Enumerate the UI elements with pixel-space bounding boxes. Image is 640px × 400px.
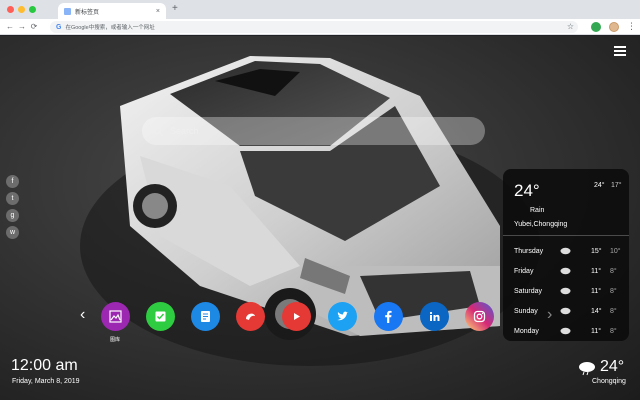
tab-favicon-icon	[64, 7, 71, 15]
notes-shortcut[interactable]	[191, 302, 220, 331]
instagram-icon	[473, 310, 486, 323]
twitter-shortcut[interactable]	[328, 302, 357, 331]
forecast-high: 11°	[591, 267, 602, 275]
tab-close-icon[interactable]: ×	[156, 8, 160, 15]
wechat-share-icon[interactable]: w	[6, 226, 19, 239]
game-icon	[246, 313, 255, 320]
facebook-share-icon[interactable]: f	[6, 175, 19, 188]
bookmark-star-icon[interactable]: ☆	[567, 21, 574, 33]
tab-title: 新标签页	[75, 9, 100, 16]
weather-current-temp: 24°	[514, 181, 540, 200]
forecast-high: 11°	[591, 287, 602, 295]
youtube-shortcut[interactable]	[282, 302, 311, 331]
bottom-weather-temp[interactable]: 24°	[600, 358, 624, 376]
search-bar[interactable]: Search	[142, 117, 485, 145]
checkbox-icon	[155, 311, 166, 322]
menu-hamburger-icon[interactable]	[614, 46, 626, 58]
maximize-window-button[interactable]	[29, 6, 36, 13]
weather-divider	[503, 235, 629, 236]
clock-date: Friday, March 8, 2019	[12, 378, 80, 385]
back-button[interactable]: ←	[4, 22, 16, 31]
bottom-weather-location: Chongqing	[592, 378, 626, 385]
forecast-day: Friday	[514, 267, 534, 275]
forecast-row: Friday 11° 8°	[503, 261, 629, 281]
minimize-window-button[interactable]	[18, 6, 25, 13]
linkedin-icon	[429, 311, 440, 321]
game-shortcut[interactable]	[236, 302, 265, 331]
window-controls	[7, 6, 36, 13]
rain-cloud-icon	[579, 362, 595, 376]
gallery-icon	[109, 310, 122, 323]
rain-cloud-icon	[560, 267, 571, 275]
gallery-shortcut[interactable]	[101, 302, 130, 331]
instagram-shortcut[interactable]	[465, 302, 494, 331]
new-tab-button[interactable]: +	[172, 4, 178, 14]
clock-time: 12:00 am	[11, 357, 78, 374]
active-tab[interactable]: 新标签页 ×	[58, 3, 166, 19]
forecast-day: Saturday	[514, 287, 543, 295]
twitter-share-icon[interactable]: t	[6, 192, 19, 205]
forecast-day: Thursday	[514, 247, 544, 255]
shortcut-tray: 图库	[0, 302, 640, 352]
address-bar-placeholder: 在Google中搜索，或者输入一个网址	[65, 25, 155, 31]
search-icon	[152, 125, 164, 137]
weather-high-temp: 24°	[594, 182, 605, 189]
forecast-low: 10°	[610, 247, 621, 255]
weather-low-temp: 17°	[611, 182, 622, 189]
checklist-shortcut[interactable]	[146, 302, 175, 331]
twitter-icon	[337, 311, 349, 321]
facebook-icon	[385, 310, 392, 323]
extension-green-icon[interactable]	[591, 22, 601, 32]
gallery-shortcut-label: 图库	[109, 337, 120, 343]
rain-cloud-icon	[560, 247, 571, 255]
tab-bar: 新标签页 × +	[0, 0, 640, 19]
address-bar[interactable]: G 在Google中搜索，或者输入一个网址 ☆	[50, 21, 578, 33]
reload-button[interactable]: ⟳	[28, 22, 40, 31]
weather-condition: Rain	[530, 207, 545, 214]
search-input[interactable]: Search	[170, 126, 199, 136]
browser-toolbar: ← → ⟳ G 在Google中搜索，或者输入一个网址 ☆	[0, 19, 640, 35]
new-tab-page: Search f t g w 24° 24° 17° Rain Yubei,Ch…	[0, 36, 640, 400]
notes-icon	[201, 311, 210, 322]
forecast-low: 8°	[610, 267, 617, 275]
profile-avatar[interactable]	[609, 22, 619, 32]
google-icon: G	[56, 23, 62, 31]
browser-menu-icon[interactable]: ⋮	[627, 21, 636, 31]
close-window-button[interactable]	[7, 6, 14, 13]
forecast-row: Thursday 15° 10°	[503, 241, 629, 261]
facebook-shortcut[interactable]	[374, 302, 403, 331]
google-share-icon[interactable]: g	[6, 209, 19, 222]
forecast-high: 15°	[591, 247, 602, 255]
rain-cloud-icon	[560, 287, 571, 295]
weather-location: Yubei,Chongqing	[514, 221, 568, 228]
forward-button[interactable]: →	[16, 22, 28, 31]
forecast-low: 8°	[610, 287, 617, 295]
linkedin-shortcut[interactable]	[420, 302, 449, 331]
youtube-icon	[294, 313, 300, 320]
social-sidebar: f t g w	[6, 175, 19, 239]
forecast-row: Saturday 11° 8°	[503, 281, 629, 301]
